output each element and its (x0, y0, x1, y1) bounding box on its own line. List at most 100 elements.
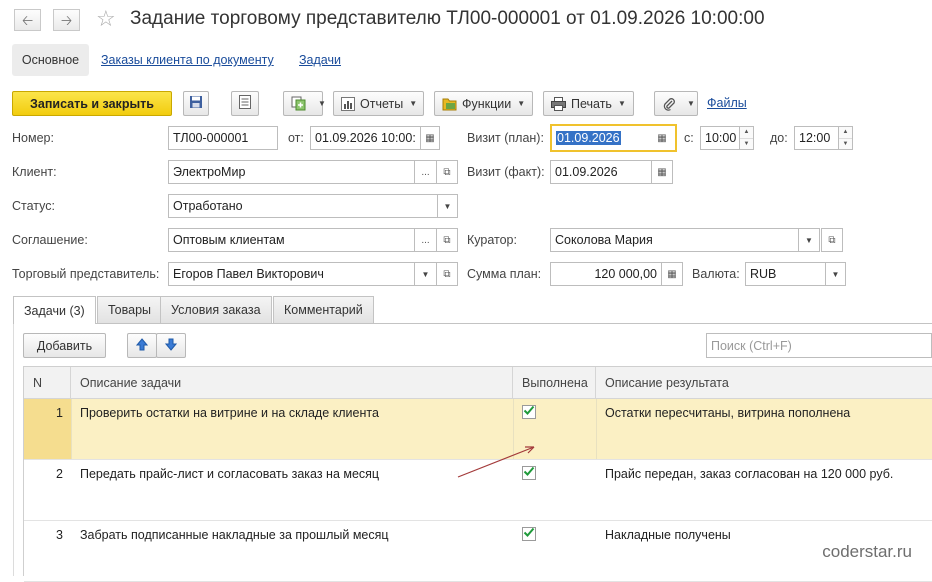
client-open-button[interactable]: ⧉ (436, 160, 458, 184)
chevron-up-icon[interactable]: ▲ (839, 127, 852, 139)
save-button[interactable] (183, 91, 209, 116)
files-link[interactable]: Файлы (707, 96, 747, 110)
task-description: Забрать подписанные накладные за прошлый… (80, 528, 389, 542)
attach-button[interactable]: ▼ (654, 91, 698, 116)
chevron-down-icon: ▼ (617, 99, 626, 108)
move-up-button[interactable] (127, 333, 157, 358)
create-based-on-button[interactable]: ▼ (283, 91, 326, 116)
number-label: Номер: (12, 131, 54, 145)
functions-label: Функции (462, 96, 512, 111)
done-checkbox[interactable] (522, 405, 536, 419)
calendar-icon: ▦ (657, 132, 667, 144)
chevron-down-icon: ▼ (409, 99, 418, 108)
open-icon: ⧉ (443, 166, 451, 178)
row-number: 3 (56, 528, 63, 542)
tab-comment[interactable]: Комментарий (273, 296, 374, 323)
chevron-down-icon: ▼ (443, 201, 452, 211)
chevron-down-icon: ▼ (318, 99, 326, 108)
rep-field[interactable]: Егоров Павел Викторович (168, 262, 415, 286)
currency-dropdown-button[interactable]: ▼ (825, 262, 846, 286)
section-tasks-link[interactable]: Задачи (299, 53, 341, 67)
time-from-field[interactable]: 10:00 (700, 126, 740, 150)
calendar-button[interactable]: ▦ (652, 126, 672, 150)
section-orders-link[interactable]: Заказы клиента по документу (101, 53, 274, 67)
sum-label: Сумма план: (467, 267, 542, 281)
tab-goods[interactable]: Товары (97, 296, 162, 323)
visit-fact-field[interactable]: 01.09.2026 (550, 160, 652, 184)
ellipsis-icon: ... (421, 166, 430, 178)
open-icon: ⧉ (443, 268, 451, 280)
search-input[interactable]: Поиск (Ctrl+F) (706, 333, 932, 358)
number-field[interactable]: ТЛ00-000001 (168, 126, 278, 150)
forward-button[interactable]: 🡢 (53, 9, 80, 31)
sum-field[interactable]: 120 000,00 (550, 262, 662, 286)
back-button[interactable]: 🡠 (14, 9, 41, 31)
agreement-open-button[interactable]: ⧉ (436, 228, 458, 252)
client-select-button[interactable]: ... (414, 160, 437, 184)
column-header-description[interactable]: Описание задачи (71, 367, 513, 399)
list-icon (239, 95, 251, 112)
checkmark-icon (523, 405, 535, 419)
reports-label: Отчеты (360, 96, 404, 111)
row-number: 1 (24, 399, 71, 459)
currency-label: Валюта: (692, 267, 740, 281)
rep-open-button[interactable]: ⧉ (436, 262, 458, 286)
chevron-down-icon[interactable]: ▼ (839, 139, 852, 150)
client-field[interactable]: ЭлектроМир (168, 160, 415, 184)
watermark: coderstar.ru (822, 542, 912, 561)
agreement-select-button[interactable]: ... (414, 228, 437, 252)
time-to-spinner[interactable]: ▲ ▼ (838, 126, 853, 150)
rep-dropdown-button[interactable]: ▼ (414, 262, 437, 286)
add-button[interactable]: Добавить (23, 333, 106, 358)
status-dropdown-button[interactable]: ▼ (437, 194, 458, 218)
section-main[interactable]: Основное (12, 44, 89, 76)
calendar-button[interactable]: ▦ (420, 126, 440, 150)
client-label: Клиент: (12, 165, 57, 179)
print-button[interactable]: Печать ▼ (543, 91, 634, 116)
chevron-down-icon: ▼ (421, 269, 430, 279)
row-number: 2 (56, 467, 63, 481)
table-row[interactable]: 3 Забрать подписанные накладные за прошл… (24, 521, 932, 582)
reports-button[interactable]: Отчеты ▼ (333, 91, 424, 116)
star-icon[interactable]: ☆ (96, 6, 116, 32)
checkmark-icon (523, 527, 535, 541)
currency-field[interactable]: RUB (745, 262, 826, 286)
save-close-label: Записать и закрыть (30, 96, 154, 111)
column-header-result[interactable]: Описание результата (596, 367, 932, 399)
from-date-field[interactable]: 01.09.2026 10:00: (310, 126, 421, 150)
column-header-done[interactable]: Выполнена (513, 367, 596, 399)
save-close-button[interactable]: Записать и закрыть (12, 91, 172, 116)
tab-tasks[interactable]: Задачи (3) (13, 296, 96, 324)
functions-button[interactable]: Функции ▼ (434, 91, 533, 116)
tab-panel-border (13, 323, 14, 576)
arrow-down-icon (164, 338, 178, 354)
document-list-button[interactable] (231, 91, 259, 116)
open-icon: ⧉ (828, 234, 836, 246)
arrow-up-icon (135, 337, 149, 354)
curator-label: Куратор: (467, 233, 517, 247)
time-from-spinner[interactable]: ▲ ▼ (739, 126, 754, 150)
calculator-button[interactable]: ▦ (661, 262, 683, 286)
time-to-field[interactable]: 12:00 (794, 126, 839, 150)
column-header-n[interactable]: N (24, 367, 71, 399)
print-label: Печать (571, 96, 612, 111)
visit-plan-value: 01.09.2026 (556, 131, 621, 145)
task-result: Остатки пересчитаны, витрина пополнена (605, 406, 851, 420)
calendar-icon: ▦ (425, 132, 435, 144)
printer-icon (551, 96, 566, 111)
agreement-field[interactable]: Оптовым клиентам (168, 228, 415, 252)
status-field[interactable]: Отработано (168, 194, 438, 218)
chevron-up-icon[interactable]: ▲ (740, 127, 753, 139)
status-label: Статус: (12, 199, 55, 213)
move-down-button[interactable] (156, 333, 186, 358)
tab-terms[interactable]: Условия заказа (160, 296, 272, 323)
curator-dropdown-button[interactable]: ▼ (798, 228, 820, 252)
ellipsis-icon: ... (421, 234, 430, 246)
chevron-down-icon[interactable]: ▼ (740, 139, 753, 150)
curator-open-button[interactable]: ⧉ (821, 228, 843, 252)
arrow-right-icon: 🡢 (60, 12, 73, 28)
curator-field[interactable]: Соколова Мария (550, 228, 799, 252)
paperclip-icon (662, 97, 676, 111)
done-checkbox[interactable] (522, 527, 536, 541)
calendar-button[interactable]: ▦ (651, 160, 673, 184)
